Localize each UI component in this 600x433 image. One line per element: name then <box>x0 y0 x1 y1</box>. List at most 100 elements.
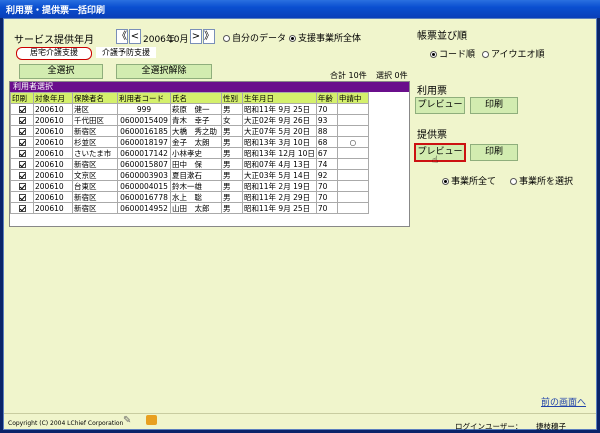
cell-birth: 昭和11年 9月 25日 <box>242 202 317 214</box>
cell-pending <box>336 180 369 192</box>
print-checkbox-cell[interactable] <box>10 169 34 181</box>
cell-insurer: 新宿区 <box>72 202 118 214</box>
table-row[interactable]: 200610 台東区 0600004015 鈴木一雄男昭和11年 2月 19日 70 <box>10 180 369 192</box>
select-all-button[interactable]: 全選択 <box>19 64 103 79</box>
cell-sex: 男 <box>221 158 243 170</box>
print-checkbox-cell[interactable] <box>10 180 34 192</box>
column-header: 対象年月 <box>33 92 73 104</box>
next-month-button[interactable]: > <box>190 29 202 44</box>
print-checkbox-cell[interactable] <box>10 125 34 137</box>
selected-count: 選択 0件 <box>376 71 408 80</box>
clear-all-button[interactable]: 全選択解除 <box>116 64 212 79</box>
cell-name: 夏目漱石 <box>170 169 222 181</box>
cell-birth: 昭和13年 12月 10日 <box>242 147 317 159</box>
cell-code: 0600016185 <box>117 125 171 137</box>
print-checkbox[interactable] <box>18 194 26 201</box>
print-checkbox-cell[interactable] <box>10 114 34 126</box>
print-checkbox[interactable] <box>18 150 26 157</box>
footer-divider <box>4 413 596 414</box>
scope-own-data-label: 自分のデータ <box>232 34 287 44</box>
sort-code-label: コード順 <box>439 50 476 60</box>
cell-insurer: 新宿区 <box>72 125 118 137</box>
cell-age: 93 <box>315 114 338 126</box>
pen-icon[interactable]: ✎ <box>123 415 131 426</box>
total-count: 合計 10件 <box>330 71 367 80</box>
cell-ym: 200610 <box>33 125 73 137</box>
scope-own-data-option[interactable]: 自分のデータ <box>223 31 286 44</box>
cell-age: 74 <box>315 158 338 170</box>
cell-pending <box>336 125 369 137</box>
prev-month-button[interactable]: < <box>129 29 141 44</box>
table-row[interactable]: 200610 新宿区 0600016185 大橋 秀之助男大正07年 5月 20日 88 <box>10 125 369 137</box>
cell-age: 70 <box>315 202 338 214</box>
title-bar: 利用票・提供票一括印刷 <box>0 0 600 18</box>
cell-insurer: 港区 <box>72 103 118 115</box>
cell-sex: 女 <box>221 114 243 126</box>
sort-code-option[interactable]: コード順 <box>430 47 475 60</box>
cell-insurer: 新宿区 <box>72 158 118 170</box>
teikyohyo-select-offices-label: 事業所を選択 <box>519 177 574 187</box>
teikyohyo-preview-button[interactable]: プレビュー <box>414 143 466 162</box>
table-row[interactable]: 200610 新宿区 0600016778 水上 聡男昭和11年 2月 29日 70 <box>10 191 369 203</box>
table-row[interactable]: 200610 新宿区 0600014952 山田 太郎男昭和11年 9月 25日 70 <box>10 202 369 214</box>
cell-age: 68 <box>315 136 338 148</box>
print-checkbox[interactable] <box>18 172 26 179</box>
teikyohyo-select-offices-option[interactable]: 事業所を選択 <box>510 174 573 187</box>
print-checkbox-cell[interactable] <box>10 136 34 148</box>
cell-code: 0600017142 <box>117 147 171 159</box>
cell-pending <box>336 191 369 203</box>
cell-name: 小林孝史 <box>170 147 222 159</box>
print-checkbox[interactable] <box>18 117 26 124</box>
main-panel: サービス提供年月 《 < 2006年 10月 > 》 自分のデータ 支援事業所全… <box>3 18 597 431</box>
cell-insurer: 千代田区 <box>72 114 118 126</box>
table-row[interactable]: 200610 さいたま市 0600017142 小林孝史男昭和13年 12月 10日 6… <box>10 147 369 159</box>
application-window: 利用票・提供票一括印刷 サービス提供年月 《 < 2006年 10月 > 》 自… <box>0 0 600 433</box>
radio-selected-icon <box>442 178 449 185</box>
cell-code: 0600016778 <box>117 191 171 203</box>
radio-icon <box>482 51 489 58</box>
cell-ym: 200610 <box>33 158 73 170</box>
app-icon[interactable] <box>146 415 157 425</box>
riyohyo-preview-button[interactable]: プレビュー <box>415 97 465 114</box>
cell-sex: 男 <box>221 169 243 181</box>
print-checkbox[interactable] <box>18 128 26 135</box>
first-month-button[interactable]: 《 <box>116 29 128 44</box>
print-checkbox[interactable] <box>18 205 26 212</box>
cell-insurer: 台東区 <box>72 180 118 192</box>
sort-kana-option[interactable]: アイウエオ順 <box>482 47 545 60</box>
last-month-button[interactable]: 》 <box>203 29 215 44</box>
print-checkbox-cell[interactable] <box>10 202 34 214</box>
cell-birth: 大正02年 9月 26日 <box>242 114 317 126</box>
print-checkbox-cell[interactable] <box>10 191 34 203</box>
cell-sex: 男 <box>221 180 243 192</box>
table-row[interactable]: 200610 港区 999 萩原 健一男昭和11年 9月 25日 70 <box>10 103 369 115</box>
cell-pending <box>336 158 369 170</box>
table-row[interactable]: 200610 文京区 0600003903 夏目漱石男大正03年 5月 14日 92 <box>10 169 369 181</box>
cell-pending <box>336 169 369 181</box>
print-checkbox-cell[interactable] <box>10 158 34 170</box>
cell-name: 水上 聡 <box>170 191 222 203</box>
back-link[interactable]: 前の画面へ <box>541 395 586 408</box>
mouse-cursor-icon: ☝ <box>432 155 439 166</box>
cell-insurer: さいたま市 <box>72 147 118 159</box>
scope-all-offices-option[interactable]: 支援事業所全体 <box>289 31 361 44</box>
tab-kyotaku-kaigo-shien[interactable]: 居宅介護支援 <box>16 47 92 60</box>
print-checkbox[interactable] <box>18 161 26 168</box>
cell-age: 92 <box>315 169 338 181</box>
riyohyo-print-button[interactable]: 印刷 <box>470 97 518 114</box>
print-checkbox-cell[interactable] <box>10 103 34 115</box>
table-row[interactable]: 200610 千代田区 0600015409 青木 幸子女大正02年 9月 26日 93 <box>10 114 369 126</box>
teikyohyo-all-offices-option[interactable]: 事業所全て <box>442 174 496 187</box>
teikyohyo-print-button[interactable]: 印刷 <box>470 144 518 161</box>
table-row[interactable]: 200610 杉並区 0600018197 金子 太朗男昭和13年 3月 10日 68 ○ <box>10 136 369 148</box>
print-checkbox[interactable] <box>18 183 26 190</box>
print-checkbox[interactable] <box>18 106 26 113</box>
table-row[interactable]: 200610 新宿区 0600015807 田中 保男昭和07年 4月 13日 74 <box>10 158 369 170</box>
print-checkbox-cell[interactable] <box>10 147 34 159</box>
print-checkbox[interactable] <box>18 139 26 146</box>
cell-pending <box>336 103 369 115</box>
cell-birth: 昭和07年 4月 13日 <box>242 158 317 170</box>
tab-kaigo-yobou-shien[interactable]: 介護予防支援 <box>96 47 156 58</box>
service-month: 10月 <box>168 35 189 45</box>
column-header: 保険者名 <box>72 92 118 104</box>
